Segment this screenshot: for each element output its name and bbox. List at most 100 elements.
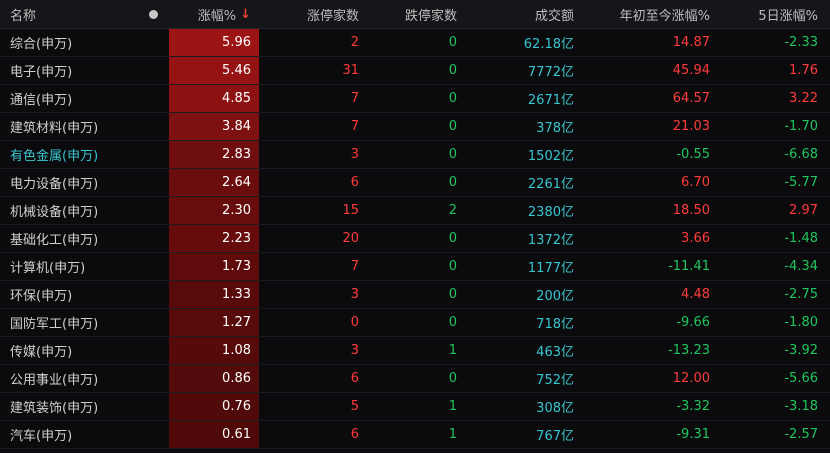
header-ytd[interactable]: 年初至今涨幅% [580, 5, 718, 24]
volume: 2380亿 [527, 205, 574, 220]
table-row[interactable]: 公用事业(申万) 0.86 6 0 752亿 12.00 -5.66 [0, 365, 830, 393]
header-dot-toggle[interactable] [138, 7, 169, 22]
table-row[interactable]: 电力设备(申万) 2.64 6 0 2261亿 6.70 -5.77 [0, 169, 830, 197]
limit-up-count: 5 [350, 399, 359, 414]
header-limit-up[interactable]: 涨停家数 [259, 5, 367, 24]
change-pct: 2.83 [169, 141, 259, 168]
volume: 1372亿 [527, 233, 574, 248]
sector-name: 建筑装饰(申万) [10, 401, 99, 416]
five-day-change: -2.57 [784, 427, 818, 442]
sector-name: 汽车(申万) [10, 429, 73, 444]
table-row[interactable]: 基础化工(申万) 2.23 20 0 1372亿 3.66 -1.48 [0, 225, 830, 253]
limit-down-count: 0 [448, 315, 457, 330]
ytd-change: -3.32 [676, 399, 710, 414]
table-row[interactable]: 环保(申万) 1.33 3 0 200亿 4.48 -2.75 [0, 281, 830, 309]
ytd-change: 4.48 [681, 287, 710, 302]
five-day-change: -3.92 [784, 343, 818, 358]
ytd-change: -11.41 [668, 259, 710, 274]
table-row[interactable]: 建筑装饰(申万) 0.76 5 1 308亿 -3.32 -3.18 [0, 393, 830, 421]
limit-up-count: 0 [350, 315, 359, 330]
sector-name: 环保(申万) [10, 289, 73, 304]
ytd-change: 64.57 [672, 91, 710, 106]
sector-name: 基础化工(申万) [10, 233, 99, 248]
volume: 62.18亿 [523, 37, 574, 52]
limit-up-count: 3 [350, 287, 359, 302]
five-day-change: -5.77 [784, 175, 818, 190]
ytd-change: 18.50 [672, 203, 710, 218]
five-day-change: -1.48 [784, 231, 818, 246]
limit-up-count: 6 [350, 371, 359, 386]
volume: 378亿 [536, 121, 574, 136]
volume: 200亿 [536, 289, 574, 304]
limit-down-count: 0 [448, 91, 457, 106]
ytd-change: 14.87 [672, 35, 710, 50]
limit-up-count: 2 [350, 35, 359, 50]
volume: 752亿 [536, 373, 574, 388]
sector-name: 计算机(申万) [10, 261, 86, 276]
five-day-change: -4.34 [784, 259, 818, 274]
sector-name: 国防军工(申万) [10, 317, 99, 332]
table-row[interactable]: 机械设备(申万) 2.30 15 2 2380亿 18.50 2.97 [0, 197, 830, 225]
header-change-sorted[interactable]: 涨幅% ↓ [169, 0, 259, 28]
table-row[interactable]: 国防军工(申万) 1.27 0 0 718亿 -9.66 -1.80 [0, 309, 830, 337]
five-day-change: -1.80 [784, 315, 818, 330]
volume: 7772亿 [527, 65, 574, 80]
limit-up-count: 6 [350, 175, 359, 190]
ytd-change: 21.03 [672, 119, 710, 134]
table-row[interactable]: 综合(申万) 5.96 2 0 62.18亿 14.87 -2.33 [0, 29, 830, 57]
limit-down-count: 1 [448, 399, 457, 414]
ytd-change: -9.66 [676, 315, 710, 330]
header-limit-down[interactable]: 跌停家数 [367, 5, 467, 24]
limit-up-count: 3 [350, 147, 359, 162]
table-row[interactable]: 汽车(申万) 0.61 6 1 767亿 -9.31 -2.57 [0, 421, 830, 449]
ytd-change: 6.70 [681, 175, 710, 190]
ytd-change: -0.55 [676, 147, 710, 162]
limit-down-count: 0 [448, 287, 457, 302]
five-day-change: -1.70 [784, 119, 818, 134]
table-body: 综合(申万) 5.96 2 0 62.18亿 14.87 -2.33 电子(申万) 5.46 31… [0, 29, 830, 449]
limit-down-count: 0 [448, 371, 457, 386]
five-day-change: -2.33 [784, 35, 818, 50]
table-row[interactable]: 建筑材料(申万) 3.84 7 0 378亿 21.03 -1.70 [0, 113, 830, 141]
table-row[interactable]: 传媒(申万) 1.08 3 1 463亿 -13.23 -3.92 [0, 337, 830, 365]
volume: 767亿 [536, 429, 574, 444]
sector-name: 有色金属(申万) [10, 149, 99, 164]
header-volume[interactable]: 成交额 [467, 5, 580, 24]
change-pct: 1.08 [169, 337, 259, 364]
limit-up-count: 31 [342, 63, 359, 78]
limit-down-count: 0 [448, 175, 457, 190]
sector-name: 机械设备(申万) [10, 205, 99, 220]
settings-dot-icon[interactable] [149, 9, 158, 19]
five-day-change: -2.75 [784, 287, 818, 302]
limit-up-count: 7 [350, 91, 359, 106]
sector-name: 通信(申万) [10, 93, 73, 108]
ytd-change: -9.31 [676, 427, 710, 442]
limit-down-count: 0 [448, 119, 457, 134]
limit-up-count: 6 [350, 427, 359, 442]
table-header: 名称 涨幅% ↓ 涨停家数 跌停家数 成交额 年初至今涨幅% 5日涨幅% [0, 0, 830, 29]
table-row[interactable]: 通信(申万) 4.85 7 0 2671亿 64.57 3.22 [0, 85, 830, 113]
table-row[interactable]: 计算机(申万) 1.73 7 0 1177亿 -11.41 -4.34 [0, 253, 830, 281]
change-pct: 5.96 [169, 29, 259, 56]
table-row[interactable]: 电子(申万) 5.46 31 0 7772亿 45.94 1.76 [0, 57, 830, 85]
change-pct: 2.23 [169, 225, 259, 252]
change-pct: 1.33 [169, 281, 259, 308]
limit-down-count: 0 [448, 259, 457, 274]
change-pct: 0.76 [169, 393, 259, 420]
ytd-change: -13.23 [668, 343, 710, 358]
change-pct: 3.84 [169, 113, 259, 140]
five-day-change: 1.76 [789, 63, 818, 78]
header-name[interactable]: 名称 [0, 5, 138, 24]
header-five-day[interactable]: 5日涨幅% [718, 5, 830, 24]
ytd-change: 3.66 [681, 231, 710, 246]
limit-down-count: 0 [448, 35, 457, 50]
five-day-change: -6.68 [784, 147, 818, 162]
limit-up-count: 20 [342, 231, 359, 246]
volume: 1502亿 [527, 149, 574, 164]
limit-down-count: 2 [448, 203, 457, 218]
table-row[interactable]: 有色金属(申万) 2.83 3 0 1502亿 -0.55 -6.68 [0, 141, 830, 169]
five-day-change: 2.97 [789, 203, 818, 218]
five-day-change: -5.66 [784, 371, 818, 386]
change-pct: 4.85 [169, 85, 259, 112]
volume: 2671亿 [527, 93, 574, 108]
